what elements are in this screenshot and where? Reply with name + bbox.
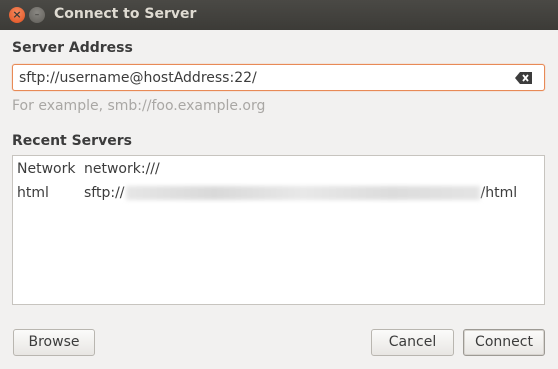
minimize-icon: – [34, 10, 40, 20]
server-uri: sftp:// /html [84, 181, 517, 205]
redacted-text [125, 186, 480, 200]
minimize-window-button[interactable]: – [29, 7, 45, 23]
backspace-clear-icon[interactable] [515, 71, 533, 85]
server-address-heading: Server Address [12, 40, 133, 56]
server-uri: network:/// [84, 157, 160, 181]
server-address-input[interactable] [19, 68, 509, 88]
server-uri-prefix: sftp:// [84, 185, 125, 201]
connect-button[interactable]: Connect [463, 329, 545, 356]
close-window-button[interactable]: × [9, 7, 25, 23]
window-title: Connect to Server [54, 6, 197, 22]
recent-servers-heading: Recent Servers [12, 133, 132, 149]
recent-servers-list[interactable]: Network network:/// html sftp:// /html [12, 155, 545, 305]
list-item[interactable]: Network network:/// [13, 157, 544, 181]
server-uri-suffix: /html [480, 185, 518, 201]
server-address-field[interactable] [12, 64, 545, 91]
list-item[interactable]: html sftp:// /html [13, 181, 544, 205]
server-name: Network [17, 161, 76, 177]
server-name: html [17, 185, 49, 201]
cancel-button[interactable]: Cancel [371, 329, 454, 356]
server-uri-prefix: network:/// [84, 161, 160, 177]
browse-button[interactable]: Browse [13, 329, 95, 356]
close-icon: × [12, 8, 22, 21]
title-bar: × – Connect to Server [0, 0, 558, 30]
address-hint: For example, smb://foo.example.org [12, 98, 266, 114]
